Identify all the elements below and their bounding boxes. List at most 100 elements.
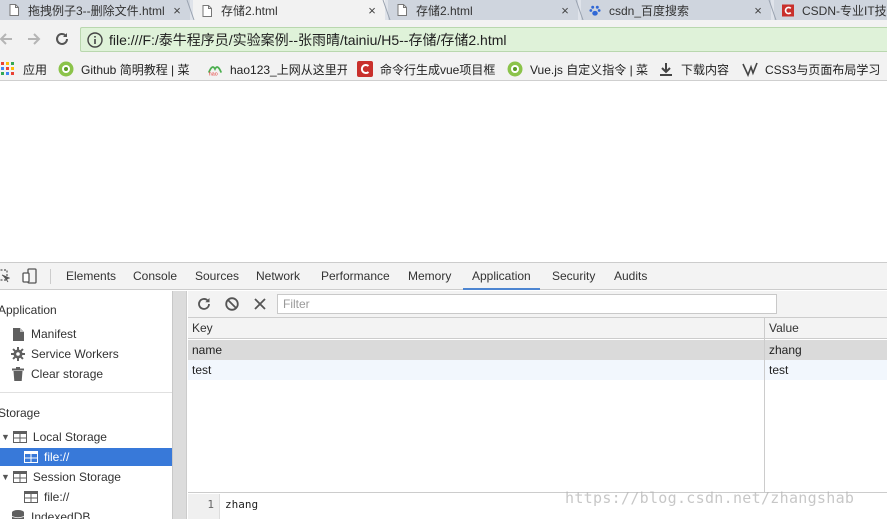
tab-audits[interactable]: Audits <box>614 263 647 289</box>
tab-elements[interactable]: Elements <box>66 263 116 289</box>
clear-all-button[interactable] <box>224 296 240 312</box>
storage-table: Key Value name zhang test test <box>188 318 887 493</box>
page-icon <box>396 4 408 17</box>
sidebar-item-label: Session Storage <box>32 470 121 484</box>
bookmark-label: Vue.js 自定义指令 | 菜 <box>530 62 649 77</box>
refresh-button[interactable] <box>196 296 212 312</box>
sidebar-item-label: file:// <box>44 450 70 464</box>
block-icon <box>225 297 239 311</box>
apps-grid-icon <box>0 61 16 77</box>
browser-tab-1[interactable]: 拖拽例子3--删除文件.html × <box>0 0 190 20</box>
sidebar-item-label: Service Workers <box>31 347 119 361</box>
browser-tab-title: csdn_百度搜索 <box>609 3 690 18</box>
cell-key[interactable]: test <box>188 360 211 380</box>
tab-console[interactable]: Console <box>133 263 177 289</box>
sidebar-item-label: Manifest <box>31 327 77 341</box>
device-toolbar-icon[interactable] <box>22 268 38 284</box>
bookmark-downloads[interactable]: 下载内容 <box>658 60 729 78</box>
sidebar-item-session-storage-file[interactable]: file:// <box>0 488 172 506</box>
reload-button[interactable] <box>52 29 72 49</box>
bookmark-label: 应用 <box>23 62 48 77</box>
bookmark-github-tutorial[interactable]: Github 简明教程 | 菜 <box>58 60 198 78</box>
bookmark-vue-directive[interactable]: Vue.js 自定义指令 | 菜 <box>507 60 649 78</box>
bookmarks-bar: 应用 Github 简明教程 | 菜 hao hao123_上网从这里开 命令行… <box>0 57 887 81</box>
sidebar-scrollbar[interactable] <box>172 291 186 519</box>
cell-value[interactable]: zhang <box>765 340 802 360</box>
refresh-icon <box>198 298 210 310</box>
bookmark-label: Github 简明教程 | 菜 <box>81 62 190 77</box>
storage-toolbar <box>188 291 887 318</box>
tab-memory[interactable]: Memory <box>408 263 451 289</box>
browser-tab-title: 拖拽例子3--删除文件.html <box>28 3 165 18</box>
sidebar-item-session-storage[interactable]: ▼ Session Storage <box>0 468 172 486</box>
bookmark-label: hao123_上网从这里开 <box>230 62 347 77</box>
tab-network[interactable]: Network <box>256 263 300 289</box>
sidebar-item-label: file:// <box>44 490 70 504</box>
url-text[interactable]: file:///F:/泰牛程序员/实验案例--张雨晴/tainiu/H5--存储… <box>109 30 506 50</box>
delete-selected-button[interactable] <box>252 296 268 312</box>
sidebar-divider <box>0 392 172 393</box>
database-icon <box>11 510 25 519</box>
bookmark-v-icon <box>742 61 758 77</box>
arrow-right-icon <box>28 33 41 45</box>
tab-application[interactable]: Application <box>463 263 540 290</box>
forward-button[interactable] <box>24 29 44 49</box>
sidebar-item-local-storage-file[interactable]: file:// <box>0 448 172 466</box>
cell-key[interactable]: name <box>188 340 222 360</box>
bookmark-vue-cli[interactable]: 命令行生成vue项目框 <box>357 60 497 78</box>
back-button[interactable] <box>0 29 16 49</box>
inspect-element-icon[interactable] <box>0 269 10 283</box>
tab-divider <box>768 0 777 20</box>
table-grid-icon <box>12 430 27 444</box>
triangle-down-icon[interactable]: ▼ <box>1 432 10 442</box>
table-row[interactable]: test test <box>188 360 887 380</box>
sidebar-item-indexeddb[interactable]: IndexedDB <box>11 508 90 519</box>
table-grid-icon <box>24 450 38 464</box>
table-header: Key Value <box>188 318 887 339</box>
sidebar-item-service-workers[interactable]: Service Workers <box>11 345 119 363</box>
csdn-icon <box>782 4 794 17</box>
browser-tab-3[interactable]: 存储2.html × <box>388 0 578 20</box>
browser-tab-4[interactable]: csdn_百度搜索 × <box>581 0 771 20</box>
close-tab-icon[interactable]: × <box>558 3 572 18</box>
sidebar-item-local-storage[interactable]: ▼ Local Storage <box>0 428 172 446</box>
close-tab-icon[interactable]: × <box>170 3 184 18</box>
runoob-icon <box>507 61 523 77</box>
sidebar-item-label: Clear storage <box>31 367 104 381</box>
info-icon[interactable] <box>87 31 103 48</box>
toolbar-divider <box>50 269 51 284</box>
sidebar-item-clear-storage[interactable]: Clear storage <box>11 365 103 383</box>
hao123-icon: hao <box>207 61 223 77</box>
tab-sources[interactable]: Sources <box>195 263 239 289</box>
sidebar-item-manifest[interactable]: Manifest <box>11 325 76 343</box>
column-divider[interactable] <box>764 318 765 493</box>
value-preview: 1 zhang <box>188 494 887 519</box>
bookmark-hao123[interactable]: hao hao123_上网从这里开 <box>207 60 347 78</box>
gear-icon <box>11 347 25 361</box>
close-icon <box>254 298 266 310</box>
preview-text[interactable]: zhang <box>225 494 258 516</box>
tab-performance[interactable]: Performance <box>321 263 390 289</box>
bookmark-css3-layout[interactable]: CSS3与页面布局学习 <box>742 60 887 78</box>
filter-input[interactable] <box>277 294 777 314</box>
baidu-paw-icon <box>589 4 601 17</box>
cell-value[interactable]: test <box>765 360 788 380</box>
tab-divider <box>575 0 584 20</box>
browser-tab-2[interactable]: 存储2.html × <box>193 0 385 20</box>
triangle-down-icon[interactable]: ▼ <box>1 472 10 482</box>
column-header-key[interactable]: Key <box>188 318 213 339</box>
address-bar[interactable]: file:///F:/泰牛程序员/实验案例--张雨晴/tainiu/H5--存储… <box>80 27 887 52</box>
browser-tab-5[interactable]: CSDN-专业IT技 <box>774 0 887 20</box>
close-tab-icon[interactable]: × <box>751 3 765 18</box>
bookmark-label: CSS3与页面布局学习 <box>765 62 881 77</box>
close-tab-icon[interactable]: × <box>365 3 379 18</box>
bookmark-apps[interactable]: 应用 <box>0 60 47 78</box>
csdn-icon <box>357 61 373 77</box>
column-header-value[interactable]: Value <box>765 318 799 339</box>
page-viewport[interactable] <box>0 81 887 261</box>
tab-divider <box>382 0 391 20</box>
table-row[interactable]: name zhang <box>188 340 887 360</box>
browser-tab-title: CSDN-专业IT技 <box>802 3 887 18</box>
tab-security[interactable]: Security <box>552 263 595 289</box>
svg-text:hao: hao <box>209 72 218 77</box>
